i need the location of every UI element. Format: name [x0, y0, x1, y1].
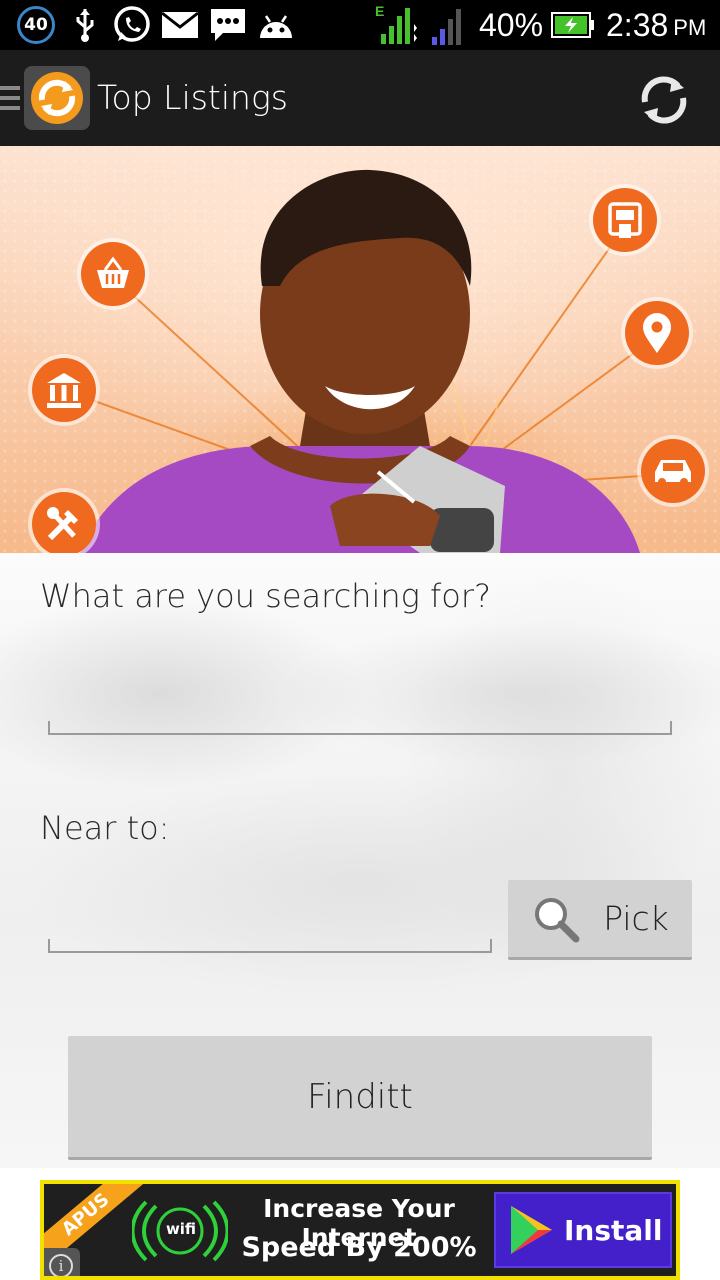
app-screen: 40 E 40% 2:38 PM Top Listings What are y…	[0, 0, 720, 1280]
search-input[interactable]	[48, 721, 672, 735]
hero-banner	[0, 146, 720, 553]
search-form: What are you searching for? Near to: Pic…	[0, 553, 720, 1168]
usb-icon	[70, 0, 100, 50]
ad-install-label: Install	[564, 1213, 663, 1247]
ad-wifi-label: wifi	[165, 1220, 197, 1238]
ad-headline-2: Speed By 200%	[241, 1232, 477, 1263]
ad-install-button[interactable]: Install	[494, 1192, 672, 1268]
signal-icon-secondary	[426, 0, 466, 50]
location-input[interactable]	[48, 939, 492, 953]
near-label: Near to:	[40, 809, 170, 847]
battery-percent: 40%	[478, 6, 544, 43]
message-icon	[208, 0, 248, 50]
clock-time: 2:38	[606, 6, 669, 43]
search-label: What are you searching for?	[40, 577, 491, 615]
ad-banner[interactable]: APUS wifi Increase Your Internet Speed B…	[40, 1180, 680, 1280]
action-bar: Top Listings	[0, 50, 720, 146]
gmail-icon	[160, 0, 200, 50]
network-type-label: E	[375, 4, 384, 19]
ad-container: APUS wifi Increase Your Internet Speed B…	[0, 1168, 720, 1280]
bank-icon	[32, 358, 96, 422]
ad-info-icon[interactable]: i	[44, 1248, 80, 1276]
atm-icon	[593, 188, 657, 252]
finditt-button-label: Finditt	[307, 1076, 413, 1117]
car-icon	[641, 439, 705, 503]
pick-location-button[interactable]: Pick	[508, 880, 692, 960]
drawer-icon[interactable]	[0, 86, 20, 110]
page-title: Top Listings	[97, 78, 288, 117]
app-logo-icon[interactable]	[24, 66, 90, 130]
refresh-icon[interactable]	[636, 72, 692, 128]
play-store-icon	[511, 1206, 552, 1254]
ad-info-label: i	[49, 1254, 73, 1276]
battery-icon	[550, 0, 596, 50]
android-icon	[256, 0, 296, 50]
pick-button-label: Pick	[603, 899, 669, 938]
tools-icon	[32, 492, 96, 553]
notification-count-badge: 40	[14, 0, 58, 50]
status-bar: 40 E 40% 2:38 PM	[0, 0, 720, 50]
location-pin-icon	[625, 301, 689, 365]
signal-icon: E	[372, 0, 420, 50]
battery-percent-wrap: 40%	[478, 0, 544, 50]
search-icon	[535, 897, 580, 942]
basket-icon	[81, 242, 145, 306]
clock: 2:38 PM	[606, 0, 710, 50]
whatsapp-icon	[110, 0, 154, 50]
notification-count: 40	[24, 15, 48, 35]
finditt-button[interactable]: Finditt	[68, 1036, 652, 1160]
clock-suffix: PM	[673, 15, 707, 40]
